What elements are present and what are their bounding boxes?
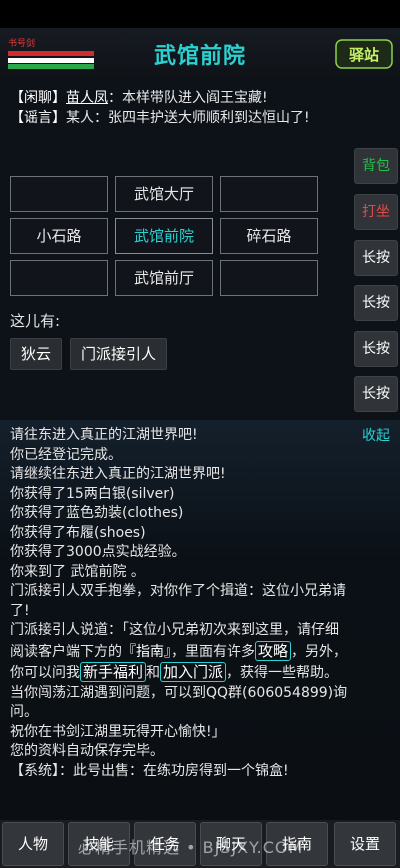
map-exit-south[interactable]: 武馆前厅 [115, 260, 213, 296]
watermark: 必精手机精选 • BJSJXY.COM [78, 838, 304, 857]
npc-button[interactable]: 门派接引人 [70, 338, 168, 370]
log-line: 您的资料自动保存完毕。 [10, 743, 164, 759]
log-line: 你获得了蓝色劲装(clothes) [10, 505, 184, 521]
log-line: 你来到了 武馆前院 。 [10, 563, 145, 580]
log-line: 门派接引人双手抱拳，对你作了个揖道：这位小兄弟请了! [10, 583, 346, 619]
log-text: ，获得一些帮助。 [226, 665, 339, 681]
character-button[interactable]: 人物 [2, 822, 64, 866]
message-log[interactable]: 请往东进入真正的江湖世界吧! 你已经登记完成。 请继续往东进入真正的江湖世界吧!… [10, 426, 350, 781]
long-press-button[interactable]: 长按 [354, 285, 398, 321]
long-press-button[interactable]: 长按 [354, 331, 398, 367]
newbie-welfare-link[interactable]: 新手福利 [80, 662, 147, 682]
chat-line: 【谣言】某人：张四丰护送大师顺利到达恒山了! [10, 108, 350, 128]
map-exit-east[interactable]: 碎石路 [220, 218, 318, 254]
chat-text: ：张四丰护送大师顺利到达恒山了! [94, 110, 310, 126]
chat-speaker[interactable]: 苗人凤 [66, 90, 108, 106]
log-line: 请继续往东进入真正的江湖世界吧! [10, 466, 226, 482]
yizhan-logo[interactable]: 驿站 [334, 36, 394, 72]
map-current-room: 武馆前院 [115, 218, 213, 254]
map-empty-cell [220, 176, 318, 212]
log-line: 请往东进入真正的江湖世界吧! [10, 427, 198, 443]
log-text: 和 [146, 665, 161, 681]
guide-link[interactable]: 『指南』 [122, 644, 171, 660]
map-exit-north[interactable]: 武馆大厅 [115, 176, 213, 212]
settings-button[interactable]: 设置 [334, 822, 396, 866]
map-empty-cell [220, 260, 318, 296]
chat-line: 【闲聊】苗人凤：本样带队进入阎王宝藏! [10, 88, 350, 108]
log-text: ，里面有许多 [171, 643, 255, 660]
log-line: 你获得了15两白银(silver) [10, 485, 175, 502]
meditate-button[interactable]: 打坐 [354, 194, 398, 230]
chat-tag: 【谣言】 [10, 110, 66, 126]
chat-panel: 【闲聊】苗人凤：本样带队进入阎王宝藏! 【谣言】某人：张四丰护送大师顺利到达恒山… [10, 88, 350, 128]
strategy-link[interactable]: 攻略 [255, 640, 292, 661]
map-exit-west[interactable]: 小石路 [10, 218, 108, 254]
log-line: 祝你在书剑江湖里玩得开心愉快!」 [10, 723, 226, 740]
log-line: 【系统】：此号出售：在练功房得到一个锦盒! [10, 762, 289, 779]
long-press-button[interactable]: 长按 [354, 376, 398, 412]
log-line: 门派接引人说道：「这位小兄弟初次来到这里，请仔细阅读客户端下方的『指南』，里面有… [10, 621, 350, 684]
npc-button[interactable]: 狄云 [10, 338, 63, 370]
chat-speaker: 某人 [66, 110, 94, 126]
logo-text: 驿站 [349, 46, 379, 64]
chat-text: ：本样带队进入阎王宝藏! [108, 90, 268, 106]
long-press-button[interactable]: 长按 [354, 240, 398, 276]
log-line: 你获得了布履(shoes) [10, 524, 146, 541]
join-sect-link[interactable]: 加入门派 [160, 662, 227, 682]
map-empty-cell [10, 176, 108, 212]
bag-button[interactable]: 背包 [354, 148, 398, 184]
log-line: 当你闯荡江湖遇到问题，可以到QQ群(606054899)询问。 [10, 684, 348, 721]
chat-tag: 【闲聊】 [10, 90, 66, 106]
here-label: 这儿有: [10, 312, 61, 330]
status-bar [0, 0, 400, 28]
map-empty-cell [10, 260, 108, 296]
collapse-button[interactable]: 收起 [362, 425, 390, 445]
log-line: 你获得了3000点实战经验。 [10, 544, 186, 560]
log-line: 你已经登记完成。 [10, 446, 122, 463]
